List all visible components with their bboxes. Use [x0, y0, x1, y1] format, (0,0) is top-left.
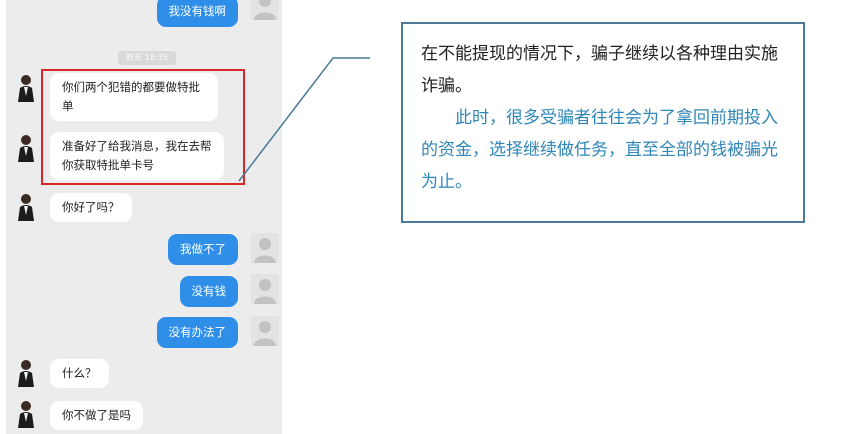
callout-text: 在不能提现的情况下，骗子继续以各种理由实施诈骗。 — [421, 44, 778, 96]
callout-highlight-text: 此时，很多受骗者往往会为了拿回前期投入的资金，选择继续做任务，直至全部的钱被骗光… — [421, 108, 778, 192]
explanation-callout: 在不能提现的情况下，骗子继续以各种理由实施诈骗。 此时，很多受骗者往往会为了拿回… — [401, 22, 805, 223]
